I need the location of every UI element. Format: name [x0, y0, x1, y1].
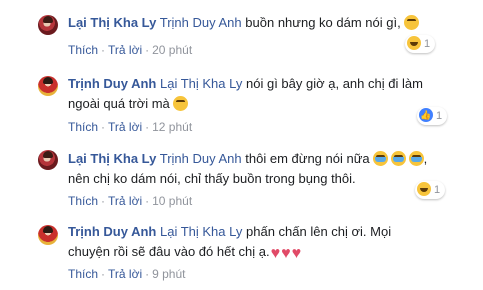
tagged-user[interactable]: Lại Thị Kha Ly [160, 224, 242, 239]
reply-link[interactable]: Trả lời [108, 194, 142, 208]
heart-icon: ♥ [270, 245, 281, 262]
timestamp[interactable]: 12 phút [152, 120, 192, 134]
heart-icon: ♥ [281, 245, 291, 262]
comment-meta: Thích · Trả lời · 12 phút [68, 120, 193, 134]
cry-emoji-icon [372, 151, 388, 166]
timestamp[interactable]: 9 phút [152, 267, 185, 281]
reaction-count[interactable]: 1 [417, 106, 448, 125]
comment-meta: Thích · Trả lời · 20 phút [68, 43, 193, 57]
comment-body: nói gì bây giờ ạ, anh chị đi làm [246, 76, 423, 91]
timestamp[interactable]: 10 phút [152, 194, 192, 208]
reply-link[interactable]: Trả lời [108, 120, 142, 134]
cry-emoji-icon [408, 151, 424, 166]
like-link[interactable]: Thích [68, 43, 98, 57]
like-link[interactable]: Thích [68, 120, 98, 134]
comment-text: Lại Thị Kha Ly Trịnh Duy Anh buồn nhưng … [68, 13, 419, 33]
comment-body: phấn chấn lên chị ơi. Mọi [246, 224, 392, 239]
comment-text: Trịnh Duy Anh Lại Thị Kha Ly nói gì bây … [68, 74, 423, 114]
avatar[interactable] [38, 225, 58, 245]
reaction-count[interactable]: 1 [415, 181, 446, 199]
reply-link[interactable]: Trả lời [108, 43, 142, 57]
cry-emoji-icon [390, 151, 406, 166]
comment-body-line2: nên chị ko dám nói, chỉ thấy buồn trong … [68, 171, 356, 186]
comment-text: Lại Thị Kha Ly Trịnh Duy Anh thôi em đừn… [68, 151, 428, 186]
comment-author[interactable]: Lại Thị Kha Ly [68, 151, 156, 166]
tagged-user[interactable]: Trịnh Duy Anh [160, 15, 242, 30]
comment-text: Trịnh Duy Anh Lại Thị Kha Ly phấn chấn l… [68, 222, 391, 262]
reaction-count[interactable]: 1 [405, 35, 436, 53]
comment-author[interactable]: Trịnh Duy Anh [68, 76, 156, 91]
comment-body-line2: ngoài quá trời mà [68, 96, 170, 111]
tagged-user[interactable]: Trịnh Duy Anh [160, 151, 242, 166]
comment-meta: Thích · Trả lời · 10 phút [68, 194, 193, 208]
comment-author[interactable]: Trịnh Duy Anh [68, 224, 156, 239]
avatar[interactable] [38, 150, 58, 170]
haha-icon [417, 182, 431, 196]
comment-body: thôi em đừng nói nữa [245, 151, 370, 166]
comment-meta: Thích · Trả lời · 9 phút [68, 267, 186, 281]
tagged-user[interactable]: Lại Thị Kha Ly [160, 76, 242, 91]
comment-author[interactable]: Lại Thị Kha Ly [68, 15, 156, 30]
like-icon [419, 106, 433, 124]
avatar[interactable] [38, 15, 58, 35]
reply-link[interactable]: Trả lời [108, 267, 142, 281]
laugh-emoji-icon [172, 96, 188, 111]
avatar[interactable] [38, 76, 58, 96]
like-link[interactable]: Thích [68, 194, 98, 208]
comment-body-line2: chuyện rồi sẽ đâu vào đó hết chị ạ. [68, 244, 270, 259]
comment-body: buồn nhưng ko dám nói gì, [245, 15, 401, 30]
timestamp[interactable]: 20 phút [152, 43, 192, 57]
like-link[interactable]: Thích [68, 267, 98, 281]
heart-icon: ♥ [291, 245, 302, 262]
haha-icon [407, 36, 421, 50]
sad-emoji-icon [403, 15, 419, 30]
